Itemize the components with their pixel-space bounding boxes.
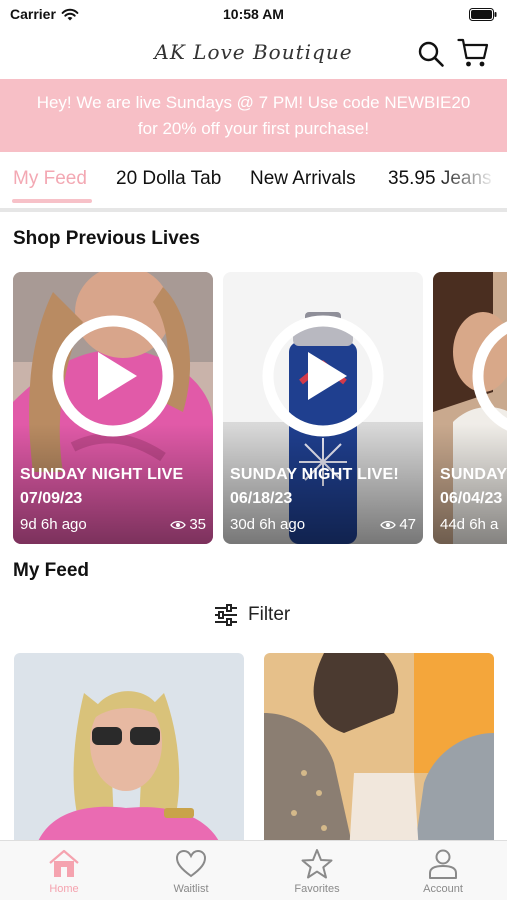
eye-icon: [380, 520, 397, 529]
filter-button[interactable]: Filter: [214, 604, 290, 626]
nav-waitlist-label: Waitlist: [173, 883, 209, 895]
status-bar: Carrier 10:58 AM: [0, 0, 507, 30]
nav-account[interactable]: Account: [398, 847, 488, 895]
live-date: 06/04/23: [440, 490, 503, 507]
live-title: SUNDAY: [440, 466, 507, 483]
star-icon: [301, 849, 333, 879]
live-date: 07/09/23: [20, 490, 83, 507]
product-card[interactable]: [264, 653, 494, 853]
tabs-divider: [0, 208, 507, 212]
nav-waitlist[interactable]: Waitlist: [146, 847, 236, 895]
nav-home[interactable]: Home: [19, 847, 109, 895]
live-time-ago: 30d 6h ago: [230, 516, 306, 533]
live-card[interactable]: SUNDAY NIGHT LIVE! 06/18/23 30d 6h ago 4…: [223, 272, 423, 544]
play-icon[interactable]: [261, 314, 385, 438]
search-icon[interactable]: [417, 40, 445, 68]
live-views: 47: [380, 516, 416, 533]
promo-line-2: for 20% off your first purchase!: [137, 119, 370, 138]
home-icon: [49, 849, 79, 877]
tab-20-dolla[interactable]: 20 Dolla Tab: [116, 168, 221, 190]
nav-account-label: Account: [423, 883, 463, 895]
promo-line-1: Hey! We are live Sundays @ 7 PM! Use cod…: [36, 93, 471, 112]
nav-home-label: Home: [49, 883, 79, 895]
live-time-ago: 44d 6h a: [440, 516, 499, 533]
battery-icon: [469, 8, 497, 21]
filter-label: Filter: [248, 604, 291, 625]
live-title: SUNDAY NIGHT LIVE: [20, 466, 184, 483]
live-views: 35: [170, 516, 206, 533]
nav-favorites[interactable]: Favorites: [272, 847, 362, 895]
live-view-count: 47: [399, 516, 416, 533]
live-card[interactable]: SUNDAY 06/04/23 44d 6h a: [433, 272, 507, 544]
tab-my-feed[interactable]: My Feed: [13, 168, 87, 190]
live-time-ago: 9d 6h ago: [20, 516, 87, 533]
feed-title: My Feed: [13, 560, 90, 581]
user-icon: [429, 849, 457, 879]
live-title: SUNDAY NIGHT LIVE!: [230, 466, 399, 483]
app-header: AK Love Boutique: [0, 30, 507, 78]
nav-favorites-label: Favorites: [294, 883, 340, 895]
active-tab-indicator: [12, 199, 92, 203]
status-time: 10:58 AM: [223, 6, 284, 22]
live-card[interactable]: SUNDAY NIGHT LIVE 07/09/23 9d 6h ago 35: [13, 272, 213, 544]
product-image: [14, 653, 244, 853]
heart-icon: [175, 849, 207, 878]
previous-lives-carousel[interactable]: SUNDAY NIGHT LIVE 07/09/23 9d 6h ago 35 …: [0, 272, 507, 544]
live-view-count: 35: [189, 516, 206, 533]
bottom-nav: Home Waitlist Favorites Account: [0, 840, 507, 900]
previous-lives-title: Shop Previous Lives: [13, 228, 200, 249]
play-icon[interactable]: [51, 314, 175, 438]
cart-icon[interactable]: [457, 38, 489, 68]
tab-new-arrivals[interactable]: New Arrivals: [250, 168, 356, 190]
play-icon[interactable]: [471, 314, 507, 438]
sliders-icon: [215, 604, 237, 626]
category-tabs: My Feed 20 Dolla Tab New Arrivals 35.95 …: [0, 152, 507, 208]
eye-icon: [170, 520, 187, 529]
tabs-fade: [437, 152, 507, 208]
product-image: [264, 653, 494, 853]
promo-banner: Hey! We are live Sundays @ 7 PM! Use cod…: [0, 79, 507, 152]
product-card[interactable]: [14, 653, 244, 853]
live-date: 06/18/23: [230, 490, 293, 507]
